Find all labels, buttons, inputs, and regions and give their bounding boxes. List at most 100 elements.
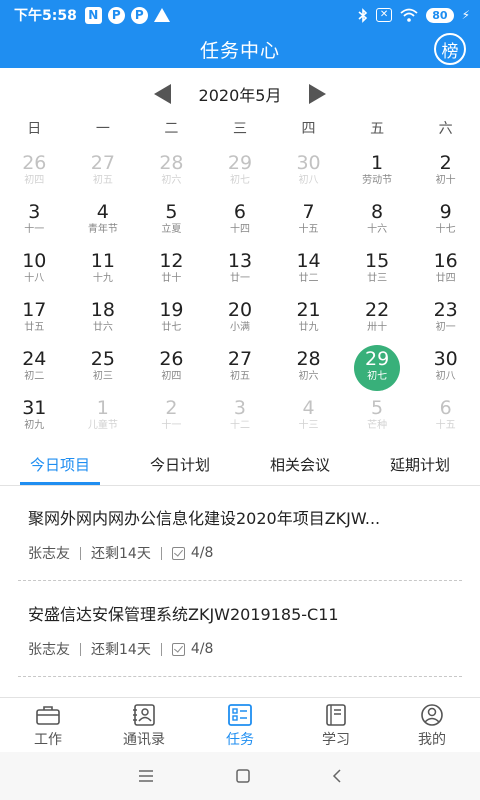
day-number: 3 [233,397,247,419]
lunar-date: 廿七 [161,322,182,333]
calendar-day[interactable]: 9 十七 [411,197,480,246]
tab-today-projects[interactable]: 今日项目 [0,450,120,485]
calendar-day[interactable]: 31 初九 [0,393,69,442]
calendar-day[interactable]: 27 初五 [69,148,138,197]
calendar-day[interactable]: 4 青年节 [69,197,138,246]
calendar-day[interactable]: 19 廿七 [137,295,206,344]
task-item[interactable]: 安盛信达安保管理系统ZKJW2019185-C11 张志友 还剩14天 4/8 [18,583,462,677]
lunar-date: 初六 [161,175,182,186]
calendar-day[interactable]: 4 十三 [274,393,343,442]
calendar-day[interactable]: 8 十六 [343,197,412,246]
calendar-day[interactable]: 7 十五 [274,197,343,246]
calendar-day[interactable]: 12 廿十 [137,246,206,295]
calendar-day[interactable]: 3 十二 [206,393,275,442]
lunar-date: 初四 [161,371,182,382]
back-icon[interactable] [332,769,342,783]
day-number: 11 [90,250,115,272]
day-number: 31 [22,397,47,419]
lunar-date: 初九 [24,420,45,431]
nav-work[interactable]: 工作 [0,698,96,751]
calendar-day[interactable]: 1 劳动节 [343,148,412,197]
tab-today-plans[interactable]: 今日计划 [120,450,240,485]
nav-contacts[interactable]: 通讯录 [96,698,192,751]
calendar-day[interactable]: 27 初五 [206,344,275,393]
day-number: 26 [159,348,184,370]
calendar-day[interactable]: 24 初二 [0,344,69,393]
calendar-day[interactable]: 26 初四 [0,148,69,197]
bottom-tab-bar: 工作 通讯录 任务 学习 我的 [0,697,480,751]
lunar-date: 初一 [435,322,456,333]
app-header: 任务中心 榜 [0,30,480,68]
bluetooth-icon [358,7,368,23]
day-number: 5 [371,397,384,419]
tab-related-meetings[interactable]: 相关会议 [240,450,360,485]
calendar-day[interactable]: 26 初四 [137,344,206,393]
lunar-date: 初十 [435,175,456,186]
day-number: 4 [302,397,315,419]
nav-label: 任务 [226,732,254,748]
lunar-date: 初三 [92,371,113,382]
task-item[interactable]: 聚网外网内网办公信息化建设2020年项目ZKJW... 张志友 还剩14天 4/… [18,487,462,581]
lunar-date: 立夏 [161,224,182,235]
day-number: 2 [439,152,452,174]
sim-x-icon: ✕ [375,8,393,22]
calendar-day[interactable]: 10 十八 [0,246,69,295]
day-number: 26 [22,152,47,174]
lunar-date: 十三 [298,420,319,431]
day-number: 25 [90,348,115,370]
prev-month-icon[interactable] [153,84,171,104]
nav-mine[interactable]: 我的 [384,698,480,751]
calendar-week: 3 十一 4 青年节 5 立夏 6 十四 7 十五 8 十六 9 十七 [0,197,480,246]
day-number: 19 [159,299,184,321]
divider [80,642,81,656]
lunar-date: 十九 [92,273,113,284]
lunar-date: 廿十 [161,273,182,284]
calendar-day[interactable]: 16 廿四 [411,246,480,295]
calendar-day[interactable]: 2 十一 [137,393,206,442]
calendar-day[interactable]: 17 廿五 [0,295,69,344]
next-month-icon[interactable] [309,84,327,104]
calendar-day[interactable]: 22 卅十 [343,295,412,344]
calendar-day[interactable]: 15 廿三 [343,246,412,295]
calendar-day[interactable]: 5 芒种 [343,393,412,442]
status-time: 下午5:58 [14,8,77,24]
lunar-date: 卅十 [367,322,388,333]
checkbox-icon [171,642,185,656]
calendar-day[interactable]: 29 初七 [206,148,275,197]
calendar-day[interactable]: 30 初八 [411,344,480,393]
day-number: 23 [433,299,458,321]
calendar-day[interactable]: 21 廿九 [274,295,343,344]
day-number: 8 [371,201,384,223]
calendar-day[interactable]: 6 十四 [206,197,275,246]
calendar-day[interactable]: 25 初三 [69,344,138,393]
calendar-day[interactable]: 2 初十 [411,148,480,197]
calendar-day[interactable]: 20 小满 [206,295,275,344]
nav-study[interactable]: 学习 [288,698,384,751]
calendar-day[interactable]: 23 初一 [411,295,480,344]
calendar-day[interactable]: 28 初六 [137,148,206,197]
lunar-date: 廿九 [298,322,319,333]
contacts-icon [133,704,155,726]
calendar-day[interactable]: 14 廿二 [274,246,343,295]
calendar-day[interactable]: 30 初八 [274,148,343,197]
calendar-day[interactable]: 28 初六 [274,344,343,393]
calendar-day[interactable]: 18 廿六 [69,295,138,344]
calendar-day[interactable]: 3 十一 [0,197,69,246]
nav-tasks[interactable]: 任务 [192,698,288,751]
calendar-week: 31 初九 1 儿童节 2 十一 3 十二 4 十三 5 芒种 6 十五 [0,393,480,442]
day-number: 21 [296,299,321,321]
tab-delayed-plans[interactable]: 延期计划 [360,450,480,485]
calendar-day[interactable]: 11 十九 [69,246,138,295]
lunar-date: 十八 [24,273,45,284]
calendar-day[interactable]: 1 儿童节 [69,393,138,442]
calendar-day-selected[interactable]: 29 初七 [343,344,412,393]
ranking-button[interactable]: 榜 [434,33,466,65]
home-icon[interactable] [236,769,250,783]
menu-icon[interactable] [138,770,154,782]
calendar-day[interactable]: 13 廿一 [206,246,275,295]
lunar-date: 十六 [367,224,388,235]
calendar-day[interactable]: 6 十五 [411,393,480,442]
calendar-day[interactable]: 5 立夏 [137,197,206,246]
p-notification-icon-2: P [130,6,148,24]
lunar-date: 芒种 [367,420,388,431]
